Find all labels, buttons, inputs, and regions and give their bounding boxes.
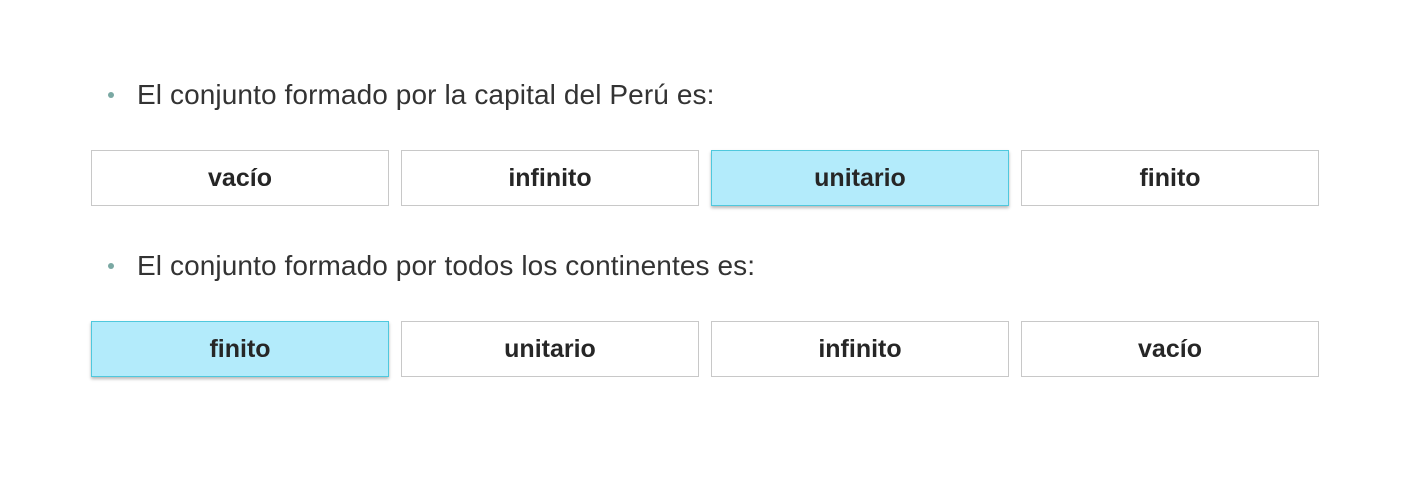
option-button[interactable]: infinito bbox=[401, 150, 699, 206]
option-button[interactable]: vacío bbox=[91, 150, 389, 206]
bullet-icon bbox=[108, 92, 114, 98]
bullet-icon bbox=[108, 263, 114, 269]
option-button[interactable]: vacío bbox=[1021, 321, 1319, 377]
option-button[interactable]: finito bbox=[1021, 150, 1319, 206]
option-button[interactable]: unitario bbox=[401, 321, 699, 377]
question-2-text: El conjunto formado por todos los contin… bbox=[137, 250, 756, 281]
question-2: El conjunto formado por todos los contin… bbox=[108, 246, 755, 286]
question-1-text: El conjunto formado por la capital del P… bbox=[137, 79, 715, 110]
option-button[interactable]: infinito bbox=[711, 321, 1009, 377]
option-button[interactable]: finito bbox=[91, 321, 389, 377]
question-1-options: vacío infinito unitario finito bbox=[91, 150, 1321, 206]
question-2-options: finito unitario infinito vacío bbox=[91, 321, 1321, 377]
question-1: El conjunto formado por la capital del P… bbox=[108, 75, 714, 115]
option-button[interactable]: unitario bbox=[711, 150, 1009, 206]
